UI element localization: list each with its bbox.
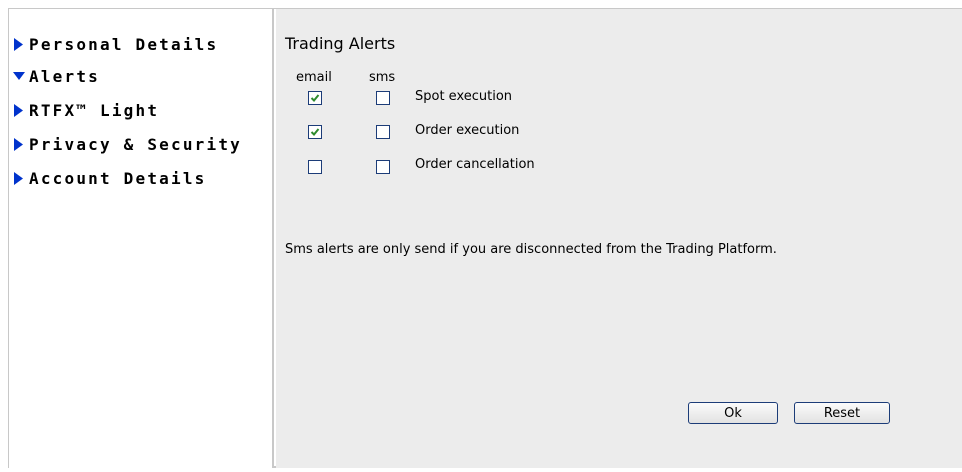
sidebar-item-privacy-security[interactable]: Privacy & Security (12, 133, 242, 155)
row-label-order-execution: Order execution (415, 123, 520, 138)
triangle-right-icon (12, 37, 25, 51)
column-header-email: email (296, 70, 332, 85)
check-icon (310, 94, 320, 102)
sidebar-item-rtfx-light[interactable]: RTFX™ Light (12, 99, 159, 121)
triangle-right-icon (12, 137, 25, 151)
sms-checkbox-order-cancellation[interactable] (376, 160, 390, 174)
triangle-right-icon (12, 103, 25, 117)
page-title: Trading Alerts (285, 34, 396, 53)
sidebar-item-label: Personal Details (29, 34, 219, 54)
email-checkbox-order-cancellation[interactable] (308, 160, 322, 174)
sidebar-item-alerts[interactable]: Alerts (12, 65, 100, 87)
row-label-spot-execution: Spot execution (415, 89, 513, 104)
triangle-right-icon (12, 171, 25, 185)
column-header-sms: sms (369, 70, 396, 85)
email-checkbox-order-execution[interactable] (308, 125, 322, 139)
sms-checkbox-order-execution[interactable] (376, 125, 390, 139)
sidebar-item-personal-details[interactable]: Personal Details (12, 33, 218, 55)
sidebar-item-account-details[interactable]: Account Details (12, 167, 207, 189)
main-panel: Trading Alerts email sms Spot execution … (276, 9, 962, 468)
sidebar: Personal Details Alerts RTFX™ Light Priv… (9, 9, 274, 468)
triangle-down-icon (12, 69, 25, 83)
sidebar-item-label: Privacy & Security (29, 134, 242, 154)
reset-button[interactable]: Reset (794, 402, 890, 424)
row-label-order-cancellation: Order cancellation (415, 157, 535, 172)
ok-button[interactable]: Ok (688, 402, 778, 424)
sidebar-item-label: RTFX™ Light (29, 100, 160, 120)
sms-note-text: Sms alerts are only send if you are disc… (285, 242, 777, 257)
email-checkbox-spot-execution[interactable] (308, 91, 322, 105)
check-icon (310, 128, 320, 136)
sms-checkbox-spot-execution[interactable] (376, 91, 390, 105)
sidebar-item-label: Account Details (29, 168, 207, 188)
sidebar-item-label: Alerts (29, 66, 100, 86)
